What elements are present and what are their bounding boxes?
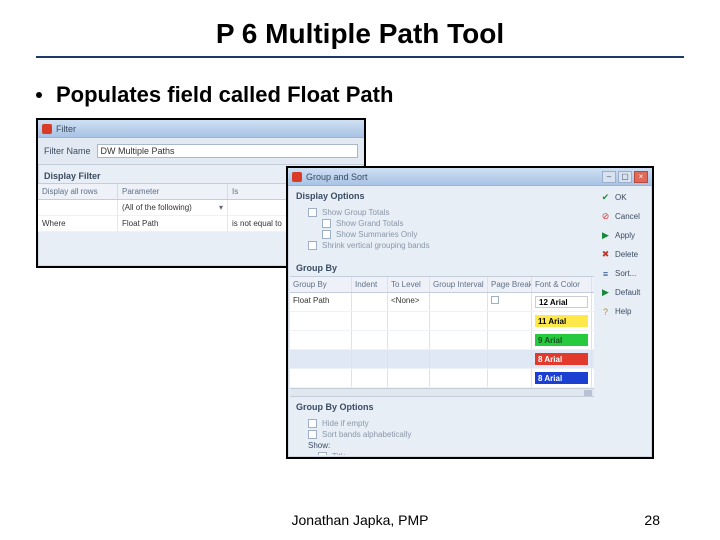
- col-display: Display all rows: [38, 184, 118, 199]
- checkbox-icon[interactable]: [308, 430, 317, 439]
- font-swatch: 12 Arial: [535, 296, 588, 308]
- show-label: Show:: [308, 441, 584, 450]
- group-by-row[interactable]: 11 Arial: [290, 312, 594, 331]
- help-button[interactable]: ?Help: [600, 306, 646, 317]
- cell[interactable]: [38, 200, 118, 216]
- slide-title: P 6 Multiple Path Tool: [36, 18, 684, 50]
- group-by-title: Group By: [290, 258, 594, 276]
- font-swatch: 8 Arial: [535, 353, 588, 365]
- footer-author: Jonathan Japka, PMP: [0, 512, 720, 528]
- horizontal-scrollbar[interactable]: [290, 388, 594, 396]
- display-options-title: Display Options: [290, 186, 594, 204]
- group-by-options: Hide if empty Sort bands alphabetically …: [290, 415, 594, 455]
- bullet-dot-icon: [36, 92, 42, 98]
- font-swatch: 8 Arial: [535, 372, 588, 384]
- scroll-thumb[interactable]: [584, 390, 592, 396]
- check-icon: ✔: [600, 192, 611, 203]
- display-options: Show Group Totals Show Grand Totals Show…: [290, 204, 594, 258]
- apply-icon: ▶: [600, 230, 611, 241]
- group-by-options-title: Group By Options: [290, 397, 594, 415]
- bullet-row: Populates field called Float Path: [36, 82, 684, 108]
- checkbox-icon[interactable]: [322, 230, 331, 239]
- app-icon: [292, 172, 302, 182]
- filter-titlebar[interactable]: Filter: [38, 120, 364, 138]
- opt-sort-alpha[interactable]: Sort bands alphabetically: [308, 430, 584, 439]
- group-by-row[interactable]: 9 Arial: [290, 331, 594, 350]
- group-window-title: Group and Sort: [306, 172, 368, 182]
- group-by-row[interactable]: 8 Arial: [290, 369, 594, 388]
- button-sidebar: ✔OK ⊘Cancel ▶Apply ✖Delete ≡Sort... ▶Def…: [596, 188, 650, 321]
- ok-button[interactable]: ✔OK: [600, 192, 646, 203]
- chevron-down-icon: ▾: [219, 203, 223, 212]
- cell[interactable]: Float Path: [118, 216, 228, 232]
- col-parameter: Parameter: [118, 184, 228, 199]
- screenshot-canvas: Filter Filter Name DW Multiple Paths Dis…: [36, 118, 684, 458]
- delete-button[interactable]: ✖Delete: [600, 249, 646, 260]
- cancel-icon: ⊘: [600, 211, 611, 222]
- opt-show-grand-totals[interactable]: Show Grand Totals: [322, 219, 584, 228]
- font-swatch: 11 Arial: [535, 315, 588, 327]
- minimize-button[interactable]: –: [602, 171, 616, 183]
- checkbox-icon[interactable]: [318, 452, 327, 455]
- opt-shrink-bands[interactable]: Shrink vertical grouping bands: [308, 241, 584, 250]
- cell[interactable]: Where: [38, 216, 118, 232]
- footer-page-number: 28: [644, 512, 660, 528]
- checkbox-icon[interactable]: [308, 241, 317, 250]
- sort-icon: ≡: [600, 268, 611, 279]
- apply-button[interactable]: ▶Apply: [600, 230, 646, 241]
- opt-hide-empty[interactable]: Hide if empty: [308, 419, 584, 428]
- app-icon: [42, 124, 52, 134]
- group-by-table: Group By Indent To Level Group Interval …: [290, 276, 594, 397]
- delete-icon: ✖: [600, 249, 611, 260]
- checkbox-icon[interactable]: [322, 219, 331, 228]
- group-titlebar[interactable]: Group and Sort – ▢ ×: [288, 168, 652, 186]
- checkbox-icon[interactable]: [308, 419, 317, 428]
- title-rule: [36, 56, 684, 58]
- sort-button[interactable]: ≡Sort...: [600, 268, 646, 279]
- close-button[interactable]: ×: [634, 171, 648, 183]
- checkbox-icon[interactable]: [491, 296, 499, 304]
- group-by-row[interactable]: Float Path <None> 12 Arial: [290, 293, 594, 312]
- slide: P 6 Multiple Path Tool Populates field c…: [0, 0, 720, 540]
- default-button[interactable]: ▶Default: [600, 287, 646, 298]
- group-sort-window: Group and Sort – ▢ × Display Options Sho…: [286, 166, 654, 459]
- checkbox-icon[interactable]: [308, 208, 317, 217]
- filter-name-row: Filter Name DW Multiple Paths: [38, 138, 364, 165]
- font-swatch: 9 Arial: [535, 334, 588, 346]
- display-filter-label: Display Filter: [44, 171, 101, 181]
- filter-name-field[interactable]: DW Multiple Paths: [97, 144, 358, 158]
- group-content: Display Options Show Group Totals Show G…: [290, 186, 594, 455]
- filter-name-label: Filter Name: [44, 146, 91, 156]
- group-by-row-selected[interactable]: 8 Arial: [290, 350, 594, 369]
- help-icon: ?: [600, 306, 611, 317]
- cell-parameter[interactable]: (All of the following)▾: [118, 200, 228, 216]
- maximize-button[interactable]: ▢: [618, 171, 632, 183]
- filter-window-title: Filter: [56, 124, 76, 134]
- bullet-text: Populates field called Float Path: [56, 82, 393, 108]
- opt-show-group-totals[interactable]: Show Group Totals: [308, 208, 584, 217]
- opt-show-summaries-only[interactable]: Show Summaries Only: [322, 230, 584, 239]
- group-by-header: Group By Indent To Level Group Interval …: [290, 277, 594, 293]
- cancel-button[interactable]: ⊘Cancel: [600, 211, 646, 222]
- opt-show-title[interactable]: Title: [318, 452, 584, 455]
- default-icon: ▶: [600, 287, 611, 298]
